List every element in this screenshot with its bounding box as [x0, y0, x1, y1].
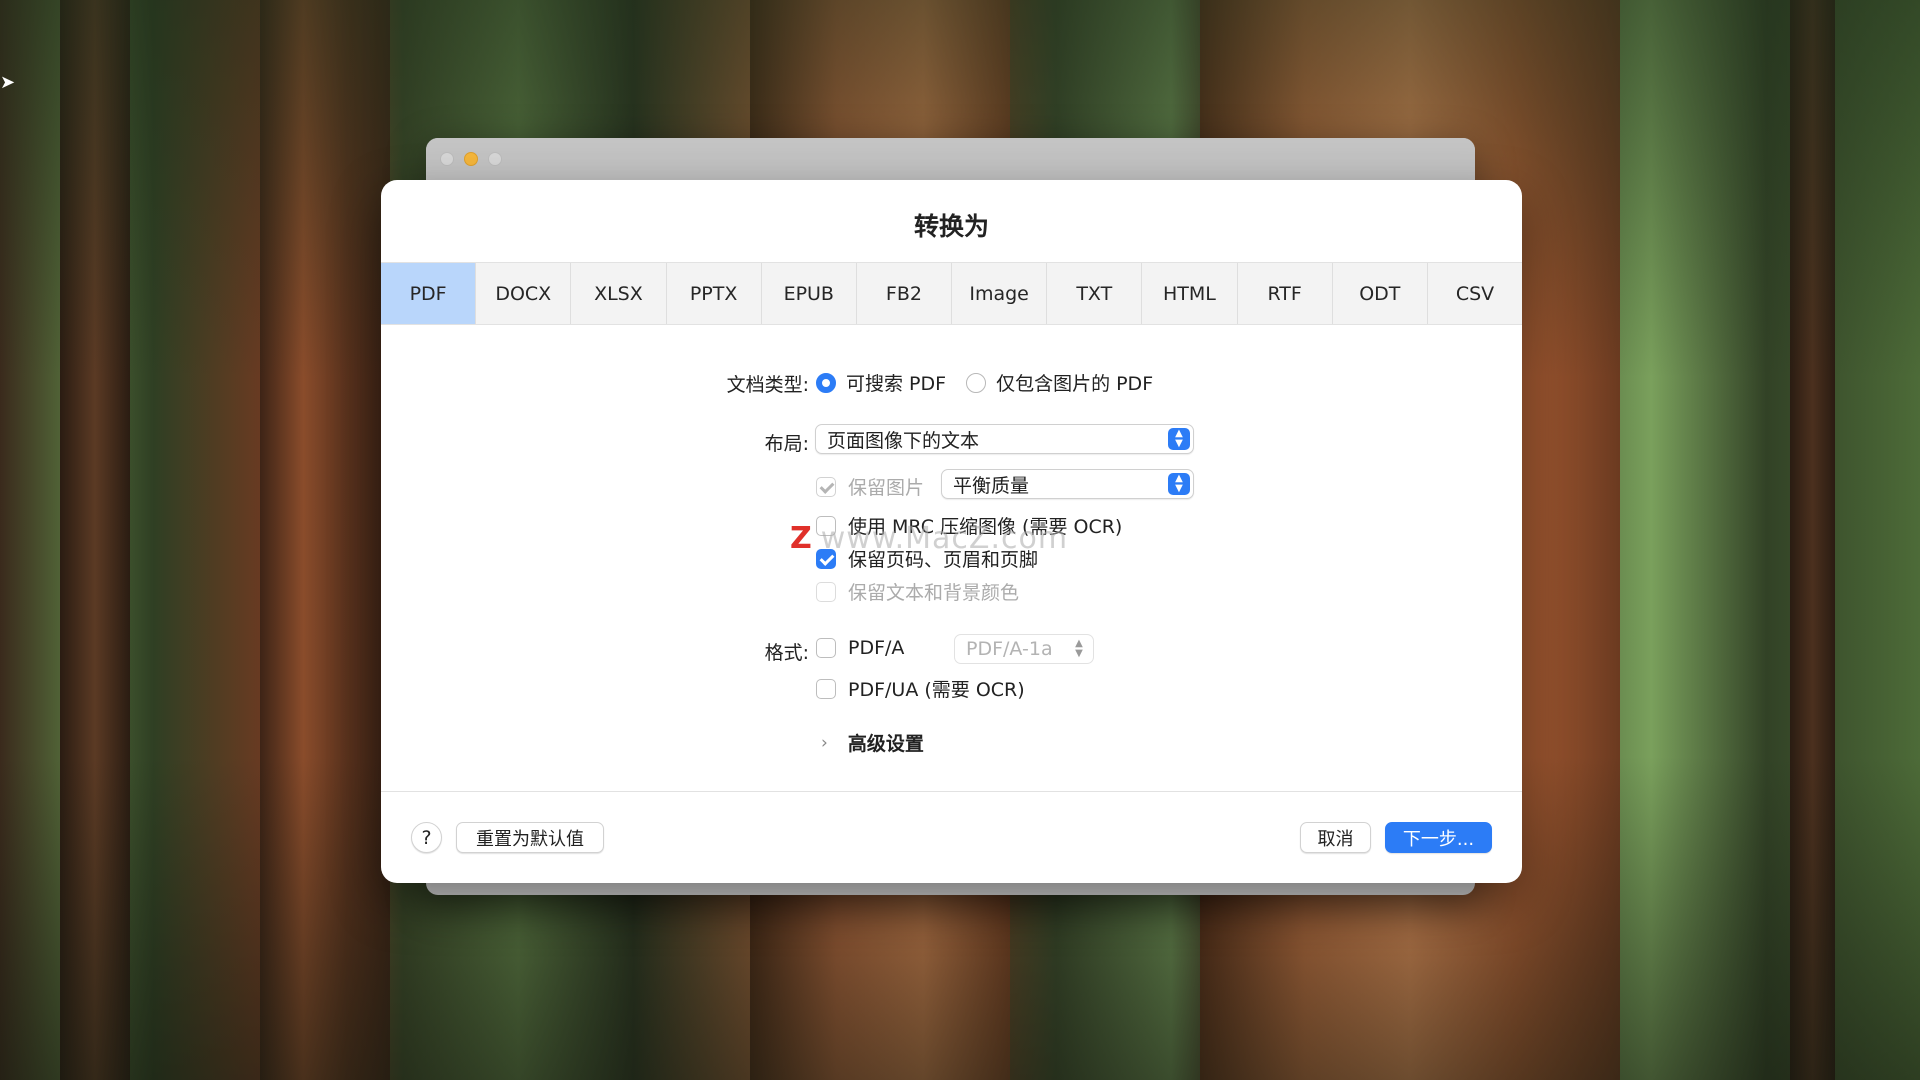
radio-searchable-pdf[interactable]: [816, 372, 836, 393]
format-label: 格式:: [764, 642, 809, 664]
pdfua-label[interactable]: PDF/UA (需要 OCR): [848, 675, 1025, 702]
tab-pptx[interactable]: PPTX: [667, 263, 762, 324]
zoom-window-button[interactable]: [488, 152, 502, 166]
tab-rtf[interactable]: RTF: [1238, 263, 1333, 324]
help-button[interactable]: ?: [411, 822, 442, 853]
image-quality-value: 平衡质量: [953, 474, 1030, 497]
tab-epub[interactable]: EPUB: [762, 263, 857, 324]
window-titlebar: [426, 138, 1475, 180]
advanced-settings-disclosure[interactable]: › 高级设置: [821, 729, 924, 756]
pdfa-version-value: PDF/A-1a: [966, 638, 1053, 660]
keep-colors-row: 保留文本和背景颜色: [816, 578, 1019, 605]
format-tabs: PDF DOCX XLSX PPTX EPUB FB2 Image TXT HT…: [381, 262, 1522, 325]
pdfa-label[interactable]: PDF/A: [848, 637, 904, 659]
doc-type-options: 可搜索 PDF 仅包含图片的 PDF: [816, 369, 1153, 396]
tab-image[interactable]: Image: [952, 263, 1048, 324]
tab-docx[interactable]: DOCX: [476, 263, 572, 324]
tab-xlsx[interactable]: XLSX: [571, 263, 667, 324]
radio-searchable-pdf-label[interactable]: 可搜索 PDF: [846, 369, 946, 396]
tab-fb2[interactable]: FB2: [857, 263, 953, 324]
pdfa-checkbox[interactable]: [816, 638, 836, 658]
cancel-button[interactable]: 取消: [1300, 822, 1371, 853]
chevron-right-icon: ›: [821, 732, 828, 753]
image-quality-select[interactable]: 平衡质量 ▲ ▼: [941, 469, 1194, 499]
pdfua-row: PDF/UA (需要 OCR): [816, 675, 1025, 702]
select-stepper-icon: ▲ ▼: [1168, 428, 1190, 450]
tab-csv[interactable]: CSV: [1428, 263, 1522, 324]
close-window-button[interactable]: [440, 152, 454, 166]
tab-txt[interactable]: TXT: [1047, 263, 1143, 324]
next-button[interactable]: 下一步...: [1385, 822, 1492, 853]
select-stepper-icon: ▲ ▼: [1075, 638, 1083, 659]
watermark-text: www.MacZ.com: [820, 521, 1069, 556]
site-watermark: Zwww.MacZ.com: [790, 521, 1068, 556]
advanced-settings-label: 高级设置: [847, 733, 924, 755]
pdfa-row: PDF/A: [816, 637, 904, 659]
select-stepper-icon: ▲ ▼: [1168, 473, 1190, 495]
radio-image-only-pdf-label[interactable]: 仅包含图片的 PDF: [996, 369, 1153, 396]
keep-images-checkbox[interactable]: [816, 476, 836, 497]
tab-pdf[interactable]: PDF: [381, 263, 477, 324]
dialog-title: 转换为: [913, 212, 989, 241]
minimize-window-button[interactable]: [464, 152, 478, 166]
keep-images-row: 保留图片: [816, 473, 924, 500]
keep-images-label: 保留图片: [848, 477, 925, 499]
keep-colors-checkbox[interactable]: [816, 581, 836, 602]
reset-defaults-button[interactable]: 重置为默认值: [456, 822, 604, 853]
watermark-logo: Z: [790, 521, 813, 556]
layout-select[interactable]: 页面图像下的文本 ▲ ▼: [815, 424, 1194, 454]
doc-type-label: 文档类型:: [726, 374, 809, 396]
tab-odt[interactable]: ODT: [1333, 263, 1428, 324]
layout-select-value: 页面图像下的文本: [827, 429, 980, 452]
pdfa-version-select[interactable]: PDF/A-1a ▲ ▼: [954, 634, 1094, 664]
layout-label: 布局:: [764, 433, 809, 455]
footer-divider: [381, 791, 1522, 792]
keep-colors-label: 保留文本和背景颜色: [848, 582, 1020, 604]
tab-html[interactable]: HTML: [1142, 263, 1238, 324]
mouse-cursor-icon: ➤: [0, 72, 16, 93]
radio-image-only-pdf[interactable]: [966, 372, 987, 393]
pdfua-checkbox[interactable]: [816, 678, 836, 699]
